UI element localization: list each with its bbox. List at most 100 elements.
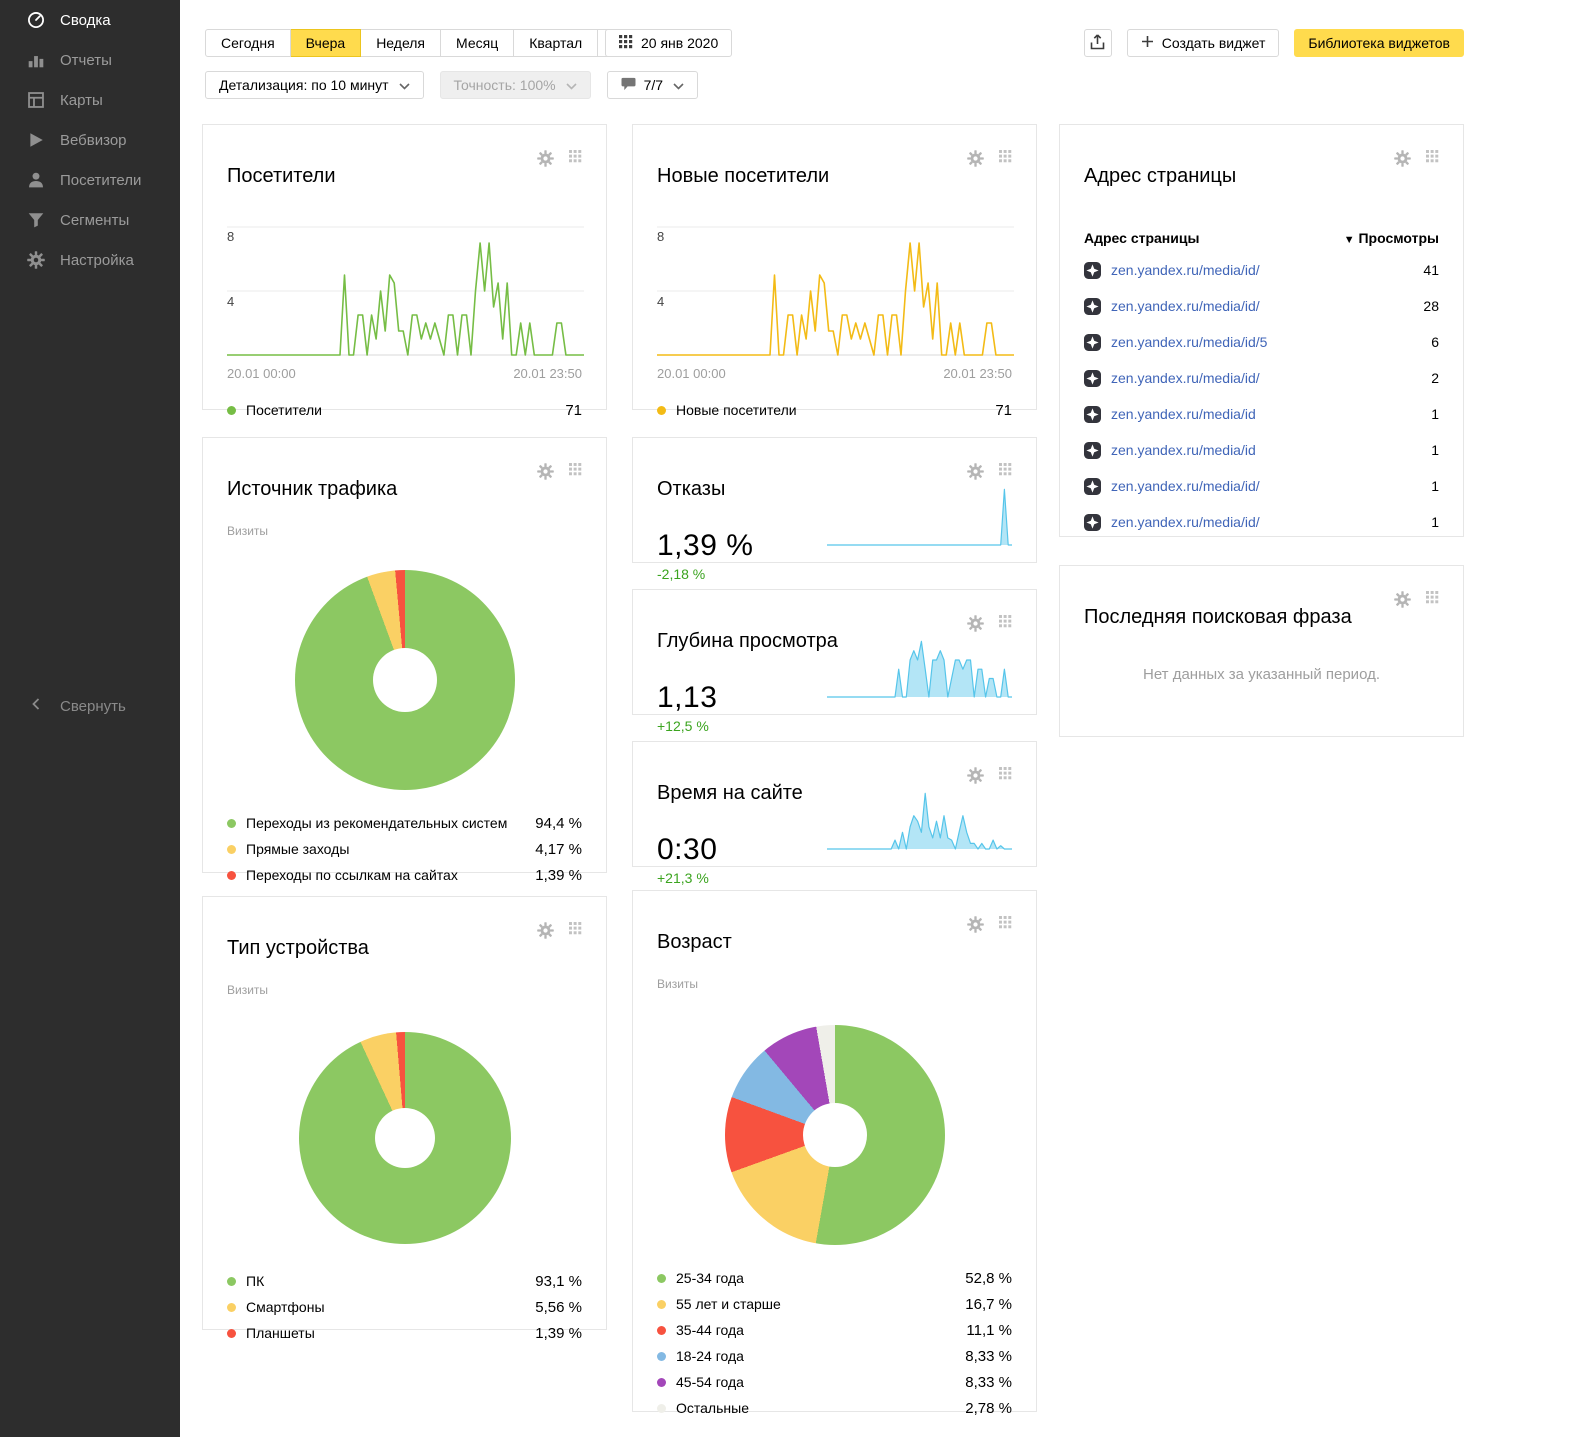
widget-drag-handle-icon[interactable] (569, 922, 582, 944)
period-tab-today[interactable]: Сегодня (205, 29, 291, 57)
widget-drag-handle-icon[interactable] (1426, 591, 1439, 613)
legend-label: Посетители (246, 402, 322, 418)
page-url-link[interactable]: zen.yandex.ru/media/id/ (1111, 298, 1260, 314)
widget-drag-handle-icon[interactable] (1426, 150, 1439, 172)
legend-value: 16,7 % (965, 1296, 1012, 1313)
period-tab-month[interactable]: Месяц (441, 29, 514, 57)
widget-drag-handle-icon[interactable] (999, 916, 1012, 938)
visitors-legend: Посетители 71 (227, 397, 582, 423)
views-value: 6 (1431, 334, 1439, 350)
calendar-icon (619, 35, 633, 52)
page-url-link[interactable]: zen.yandex.ru/media/id/ (1111, 370, 1260, 386)
legend-label: 25-34 года (676, 1270, 744, 1286)
legend-label: Смартфоны (246, 1299, 325, 1315)
widget-settings-icon[interactable] (537, 150, 554, 172)
period-tab-quarter[interactable]: Квартал (514, 29, 598, 57)
accuracy-dropdown: Точность: 100% (440, 71, 591, 99)
speech-bubble-icon (621, 77, 636, 94)
create-widget-button[interactable]: Создать виджет (1127, 29, 1280, 57)
column-header-url: Адрес страницы (1084, 230, 1199, 246)
legend-dot (227, 406, 236, 415)
widget-time-on-site: Время на сайте 0:30 +21,3 % (632, 741, 1037, 867)
widget-drag-handle-icon[interactable] (569, 150, 582, 172)
sidebar-item-webvisor[interactable]: Вебвизор (0, 120, 180, 160)
page-url-link[interactable]: zen.yandex.ru/media/id (1111, 442, 1256, 458)
legend-item[interactable]: ПК 93,1 % (227, 1268, 582, 1294)
views-value: 2 (1431, 370, 1439, 386)
widget-library-button[interactable]: Библиотека виджетов (1294, 29, 1464, 57)
legend-item[interactable]: Переходы из рекомендательных систем 94,4… (227, 810, 582, 836)
sidebar-item-segments[interactable]: Сегменты (0, 200, 180, 240)
sidebar-item-visitors[interactable]: Посетители (0, 160, 180, 200)
sidebar-item-label: Сводка (60, 12, 111, 29)
page-url-table: zen.yandex.ru/media/id/ 41 zen.yandex.ru… (1084, 252, 1439, 540)
widget-title: Источник трафика (227, 477, 397, 501)
widget-settings-icon[interactable] (537, 922, 554, 944)
widget-settings-icon[interactable] (1394, 150, 1411, 172)
comments-dropdown[interactable]: 7/7 (607, 71, 698, 99)
gear-icon (27, 251, 45, 269)
detalization-dropdown[interactable]: Детализация: по 10 минут (205, 71, 424, 99)
legend-item[interactable]: 18-24 года 8,33 % (657, 1343, 1012, 1369)
chevron-down-icon (673, 77, 684, 93)
legend-item[interactable]: Новые посетители 71 (657, 397, 1012, 423)
table-row: zen.yandex.ru/media/id 1 (1084, 396, 1439, 432)
legend-value: 8,33 % (965, 1348, 1012, 1365)
legend-dot (227, 845, 236, 854)
legend-item[interactable]: 35-44 года 11,1 % (657, 1317, 1012, 1343)
sidebar-collapse-label: Свернуть (60, 698, 126, 715)
widget-drag-handle-icon[interactable] (999, 767, 1012, 789)
legend-dot (227, 1277, 236, 1286)
page-url-link[interactable]: zen.yandex.ru/media/id/ (1111, 262, 1260, 278)
sidebar-collapse-button[interactable]: Свернуть (30, 697, 126, 715)
widget-drag-handle-icon[interactable] (999, 615, 1012, 637)
page-url-link[interactable]: zen.yandex.ru/media/id/5 (1111, 334, 1267, 350)
period-tab-week[interactable]: Неделя (361, 29, 441, 57)
widget-settings-icon[interactable] (967, 916, 984, 938)
widget-settings-icon[interactable] (967, 615, 984, 637)
sidebar-item-summary[interactable]: Сводка (0, 0, 180, 40)
widget-title: Последняя поисковая фраза (1084, 605, 1352, 629)
legend-label: 18-24 года (676, 1348, 744, 1364)
widget-settings-icon[interactable] (967, 463, 984, 485)
legend-item[interactable]: 55 лет и старше 16,7 % (657, 1291, 1012, 1317)
widget-title: Тип устройства (227, 936, 369, 960)
widget-drag-handle-icon[interactable] (999, 150, 1012, 172)
page-url-link[interactable]: zen.yandex.ru/media/id/ (1111, 478, 1260, 494)
legend-value: 52,8 % (965, 1270, 1012, 1287)
sidebar: Сводка Отчеты Карты Вебвизор Посетители … (0, 0, 180, 1437)
page-url-link[interactable]: zen.yandex.ru/media/id/ (1111, 514, 1260, 530)
page-url-link[interactable]: zen.yandex.ru/media/id (1111, 406, 1256, 422)
column-header-views: Просмотры (1358, 230, 1439, 246)
legend-dot (227, 871, 236, 880)
widget-settings-icon[interactable] (537, 463, 554, 485)
x-axis-end-label: 20.01 23:50 (513, 366, 582, 381)
chevron-down-icon (566, 77, 577, 93)
widget-settings-icon[interactable] (967, 767, 984, 789)
legend-value: 11,1 % (966, 1322, 1012, 1339)
legend-dot (227, 819, 236, 828)
sidebar-item-reports[interactable]: Отчеты (0, 40, 180, 80)
widget-drag-handle-icon[interactable] (569, 463, 582, 485)
legend-item[interactable]: Планшеты 1,39 % (227, 1320, 582, 1346)
legend-item[interactable]: Прямые заходы 4,17 % (227, 836, 582, 862)
widget-drag-handle-icon[interactable] (999, 463, 1012, 485)
legend-item[interactable]: Посетители 71 (227, 397, 582, 423)
legend-value: 1,39 % (535, 1325, 582, 1342)
legend-item[interactable]: Переходы по ссылкам на сайтах 1,39 % (227, 862, 582, 888)
widget-bounces: Отказы 1,39 % -2,18 % (632, 437, 1037, 563)
period-tab-yesterday[interactable]: Вчера (291, 29, 362, 57)
legend-label: Остальные (676, 1400, 749, 1416)
export-button[interactable] (1084, 29, 1112, 57)
sidebar-item-maps[interactable]: Карты (0, 80, 180, 120)
legend-item[interactable]: 45-54 года 8,33 % (657, 1369, 1012, 1395)
sidebar-item-settings[interactable]: Настройка (0, 240, 180, 280)
legend-item[interactable]: 25-34 года 52,8 % (657, 1265, 1012, 1291)
date-picker-button[interactable]: 20 янв 2020 (605, 29, 732, 57)
widget-settings-icon[interactable] (1394, 591, 1411, 613)
column-header-views-sort[interactable]: ▼ Просмотры (1344, 230, 1439, 246)
widget-settings-icon[interactable] (967, 150, 984, 172)
legend-item[interactable]: Смартфоны 5,56 % (227, 1294, 582, 1320)
legend-item[interactable]: Остальные 2,78 % (657, 1395, 1012, 1421)
zen-star-icon (1084, 334, 1101, 351)
